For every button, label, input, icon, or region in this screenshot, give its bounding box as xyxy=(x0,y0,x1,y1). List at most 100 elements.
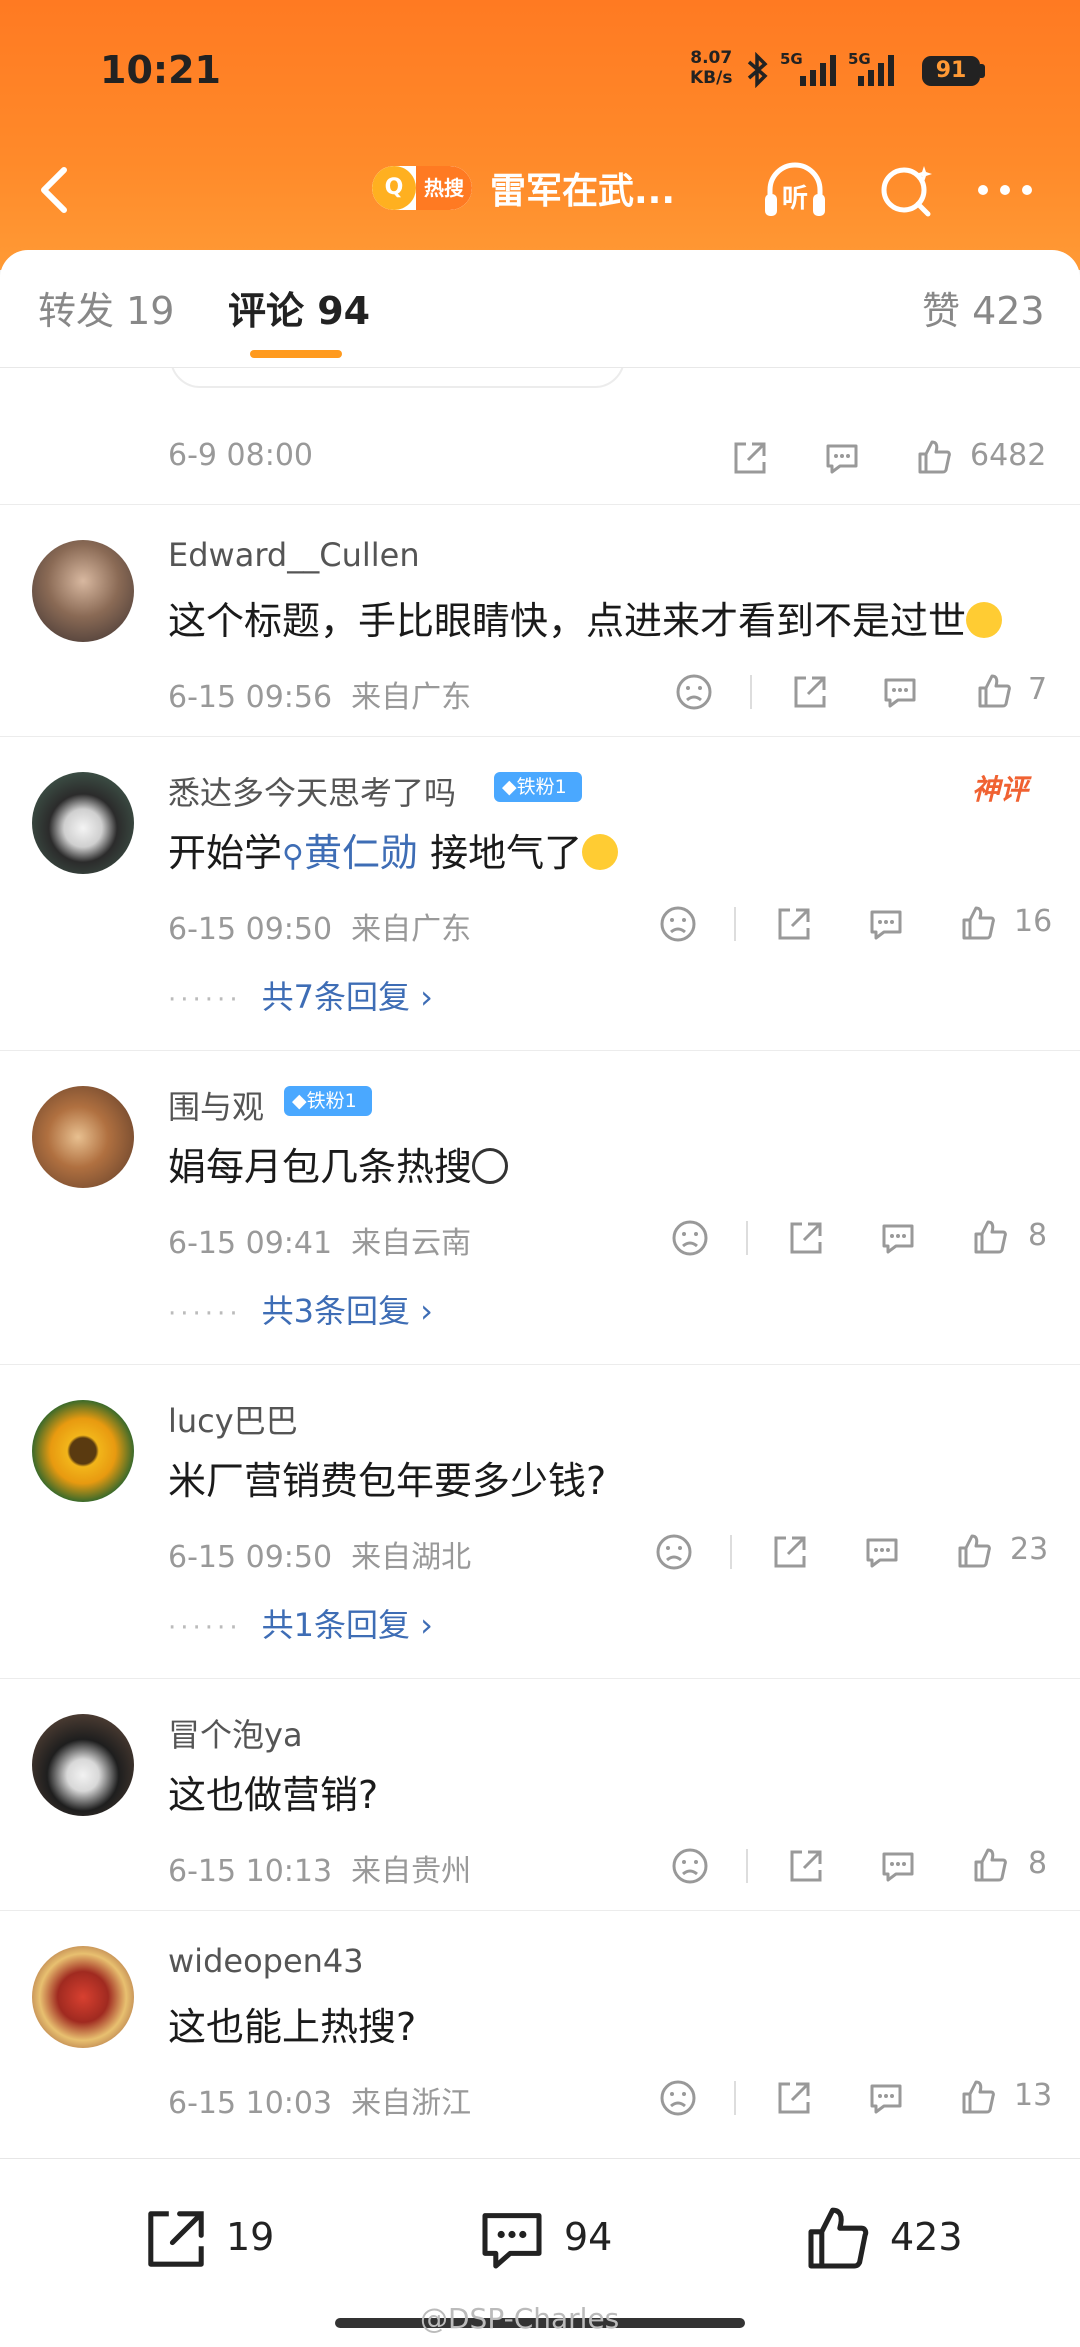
share-icon[interactable] xyxy=(774,904,814,944)
comment-meta: 6-15 09:56 来自广东 xyxy=(168,672,471,716)
tab-comments[interactable]: 评论 94 xyxy=(228,280,370,335)
comment-icon[interactable] xyxy=(866,2078,906,2118)
laugh-cry-emoji xyxy=(966,602,1003,638)
dislike-icon[interactable] xyxy=(658,904,698,944)
username[interactable]: 围与观 xyxy=(168,1082,264,1128)
search-icon: Q xyxy=(372,166,416,210)
comment-icon[interactable] xyxy=(866,904,906,944)
share-icon[interactable] xyxy=(786,1218,826,1258)
dislike-icon[interactable] xyxy=(654,1532,694,1572)
tab-repost[interactable]: 转发 19 xyxy=(38,280,174,335)
hot-search-badge[interactable]: Q 热搜 xyxy=(372,166,472,210)
comment-location: 来自湖北 xyxy=(351,1540,472,1575)
comment-time: 6-15 10:13 xyxy=(168,1854,333,1889)
comment-meta: 6-15 09:50 来自湖北 xyxy=(168,1532,471,1576)
search-link-icon: ⚲ xyxy=(282,839,304,874)
comment-icon[interactable] xyxy=(878,1218,918,1258)
username[interactable]: 悉达多今天思考了吗 xyxy=(168,768,456,814)
comment-meta: 6-15 09:41 来自云南 xyxy=(168,1218,471,1262)
like-button[interactable]: 423 xyxy=(802,2199,982,2279)
comment-icon[interactable] xyxy=(878,1846,918,1886)
like-count: 423 xyxy=(890,2215,963,2259)
avatar[interactable] xyxy=(32,1714,134,1816)
username[interactable]: Edward__Cullen xyxy=(168,536,420,574)
comment-text: 这也做营销? xyxy=(168,1773,379,1817)
tab-likes[interactable]: 赞 423 xyxy=(922,280,1045,335)
comment-text-content: 这个标题，手比眼睛快，点进来才看到不是过世 xyxy=(168,599,967,643)
comment-time: 6-15 10:03 xyxy=(168,2086,333,2121)
like-icon[interactable] xyxy=(914,438,954,478)
username[interactable]: wideopen43 xyxy=(168,1942,364,1980)
view-replies-link[interactable]: ······ 共3条回复 › xyxy=(168,1286,433,1332)
back-arrow-icon[interactable] xyxy=(30,160,80,220)
comment-icon[interactable] xyxy=(822,438,862,478)
comment-time: 6-15 09:41 xyxy=(168,1226,333,1261)
dislike-icon[interactable] xyxy=(670,1218,710,1258)
signal-bars-icon xyxy=(800,55,836,86)
replies-label: 共7条回复 xyxy=(261,978,410,1016)
battery-indicator: 91 xyxy=(922,56,980,86)
comment-text-after: 接地气了 xyxy=(418,831,583,875)
share-icon[interactable] xyxy=(786,1846,826,1886)
username[interactable]: 冒个泡ya xyxy=(168,1710,303,1756)
comment-location: 来自浙江 xyxy=(351,2086,472,2121)
watermark: @DSP-Charles xyxy=(420,2302,620,2335)
comment-location: 来自贵州 xyxy=(351,1854,472,1889)
comment-meta: 6-15 09:50 来自广东 xyxy=(168,904,471,948)
repost-button[interactable]: 19 xyxy=(140,2199,300,2279)
comment-text-content: 娟每月包几条热搜 xyxy=(168,1145,473,1189)
like-icon[interactable] xyxy=(970,1218,1010,1258)
comment-meta: 6-15 10:13 来自贵州 xyxy=(168,1846,471,1890)
share-icon[interactable] xyxy=(774,2078,814,2118)
dislike-icon[interactable] xyxy=(674,672,714,712)
dots-decoration: ······ xyxy=(168,985,242,1015)
avatar[interactable] xyxy=(32,772,134,874)
page-title[interactable]: 雷军在武... xyxy=(490,162,675,214)
dislike-icon[interactable] xyxy=(658,2078,698,2118)
share-icon[interactable] xyxy=(730,438,770,478)
signal-bars-icon xyxy=(858,55,894,86)
net-speed: 8.07 KB/s xyxy=(690,48,732,88)
avatar[interactable] xyxy=(32,1400,134,1502)
comment-list: 6-9 08:00 6482 Edward__Cullen 这个标题，手比眼睛快… xyxy=(0,368,1080,2158)
avatar[interactable] xyxy=(32,1946,134,2048)
panda-emoji xyxy=(472,1148,509,1184)
chevron-right-icon: › xyxy=(420,978,433,1016)
nav-bar: Q 热搜 雷军在武... 听 xyxy=(0,140,1080,240)
share-icon[interactable] xyxy=(790,672,830,712)
dislike-icon[interactable] xyxy=(670,1846,710,1886)
comment-text: 娟每月包几条热搜 xyxy=(168,1136,509,1191)
like-icon[interactable] xyxy=(970,1846,1010,1886)
view-replies-link[interactable]: ······ 共1条回复 › xyxy=(168,1600,433,1646)
divider xyxy=(0,1910,1080,1911)
search-icon[interactable] xyxy=(872,160,942,220)
comment-text: 这也能上热搜? xyxy=(168,2005,417,2049)
like-icon[interactable] xyxy=(954,1532,994,1572)
share-icon[interactable] xyxy=(770,1532,810,1572)
laugh-cry-emoji xyxy=(582,834,619,870)
like-icon[interactable] xyxy=(974,672,1014,712)
featured-comment-tag: 神评 xyxy=(972,773,1029,806)
quoted-card[interactable] xyxy=(170,368,625,388)
like-icon[interactable] xyxy=(958,2078,998,2118)
repost-icon xyxy=(148,2211,204,2267)
comment-icon[interactable] xyxy=(880,672,920,712)
avatar[interactable] xyxy=(32,540,134,642)
comment-button[interactable]: 94 xyxy=(476,2199,636,2279)
like-count: 16 xyxy=(1014,904,1053,939)
listen-button[interactable]: 听 xyxy=(760,160,830,220)
search-link[interactable]: ⚲黄仁勋 xyxy=(282,831,418,875)
repost-count: 19 xyxy=(226,2215,275,2259)
comment-text: 这个标题，手比眼睛快，点进来才看到不是过世 xyxy=(168,590,1003,645)
more-icon[interactable] xyxy=(970,160,1040,220)
avatar[interactable] xyxy=(32,1086,134,1188)
like-icon[interactable] xyxy=(958,904,998,944)
battery-tip xyxy=(980,64,985,78)
divider xyxy=(0,504,1080,505)
separator xyxy=(746,1849,748,1883)
comment-icon[interactable] xyxy=(862,1532,902,1572)
username[interactable]: lucy巴巴 xyxy=(168,1396,298,1442)
fan-badge-label: 铁粉1 xyxy=(516,776,567,798)
header: 10:21 8.07 KB/s 5G 5G 91 Q 热搜 雷军在武... 听 xyxy=(0,0,1080,270)
view-replies-link[interactable]: ······ 共7条回复 › xyxy=(168,972,433,1018)
